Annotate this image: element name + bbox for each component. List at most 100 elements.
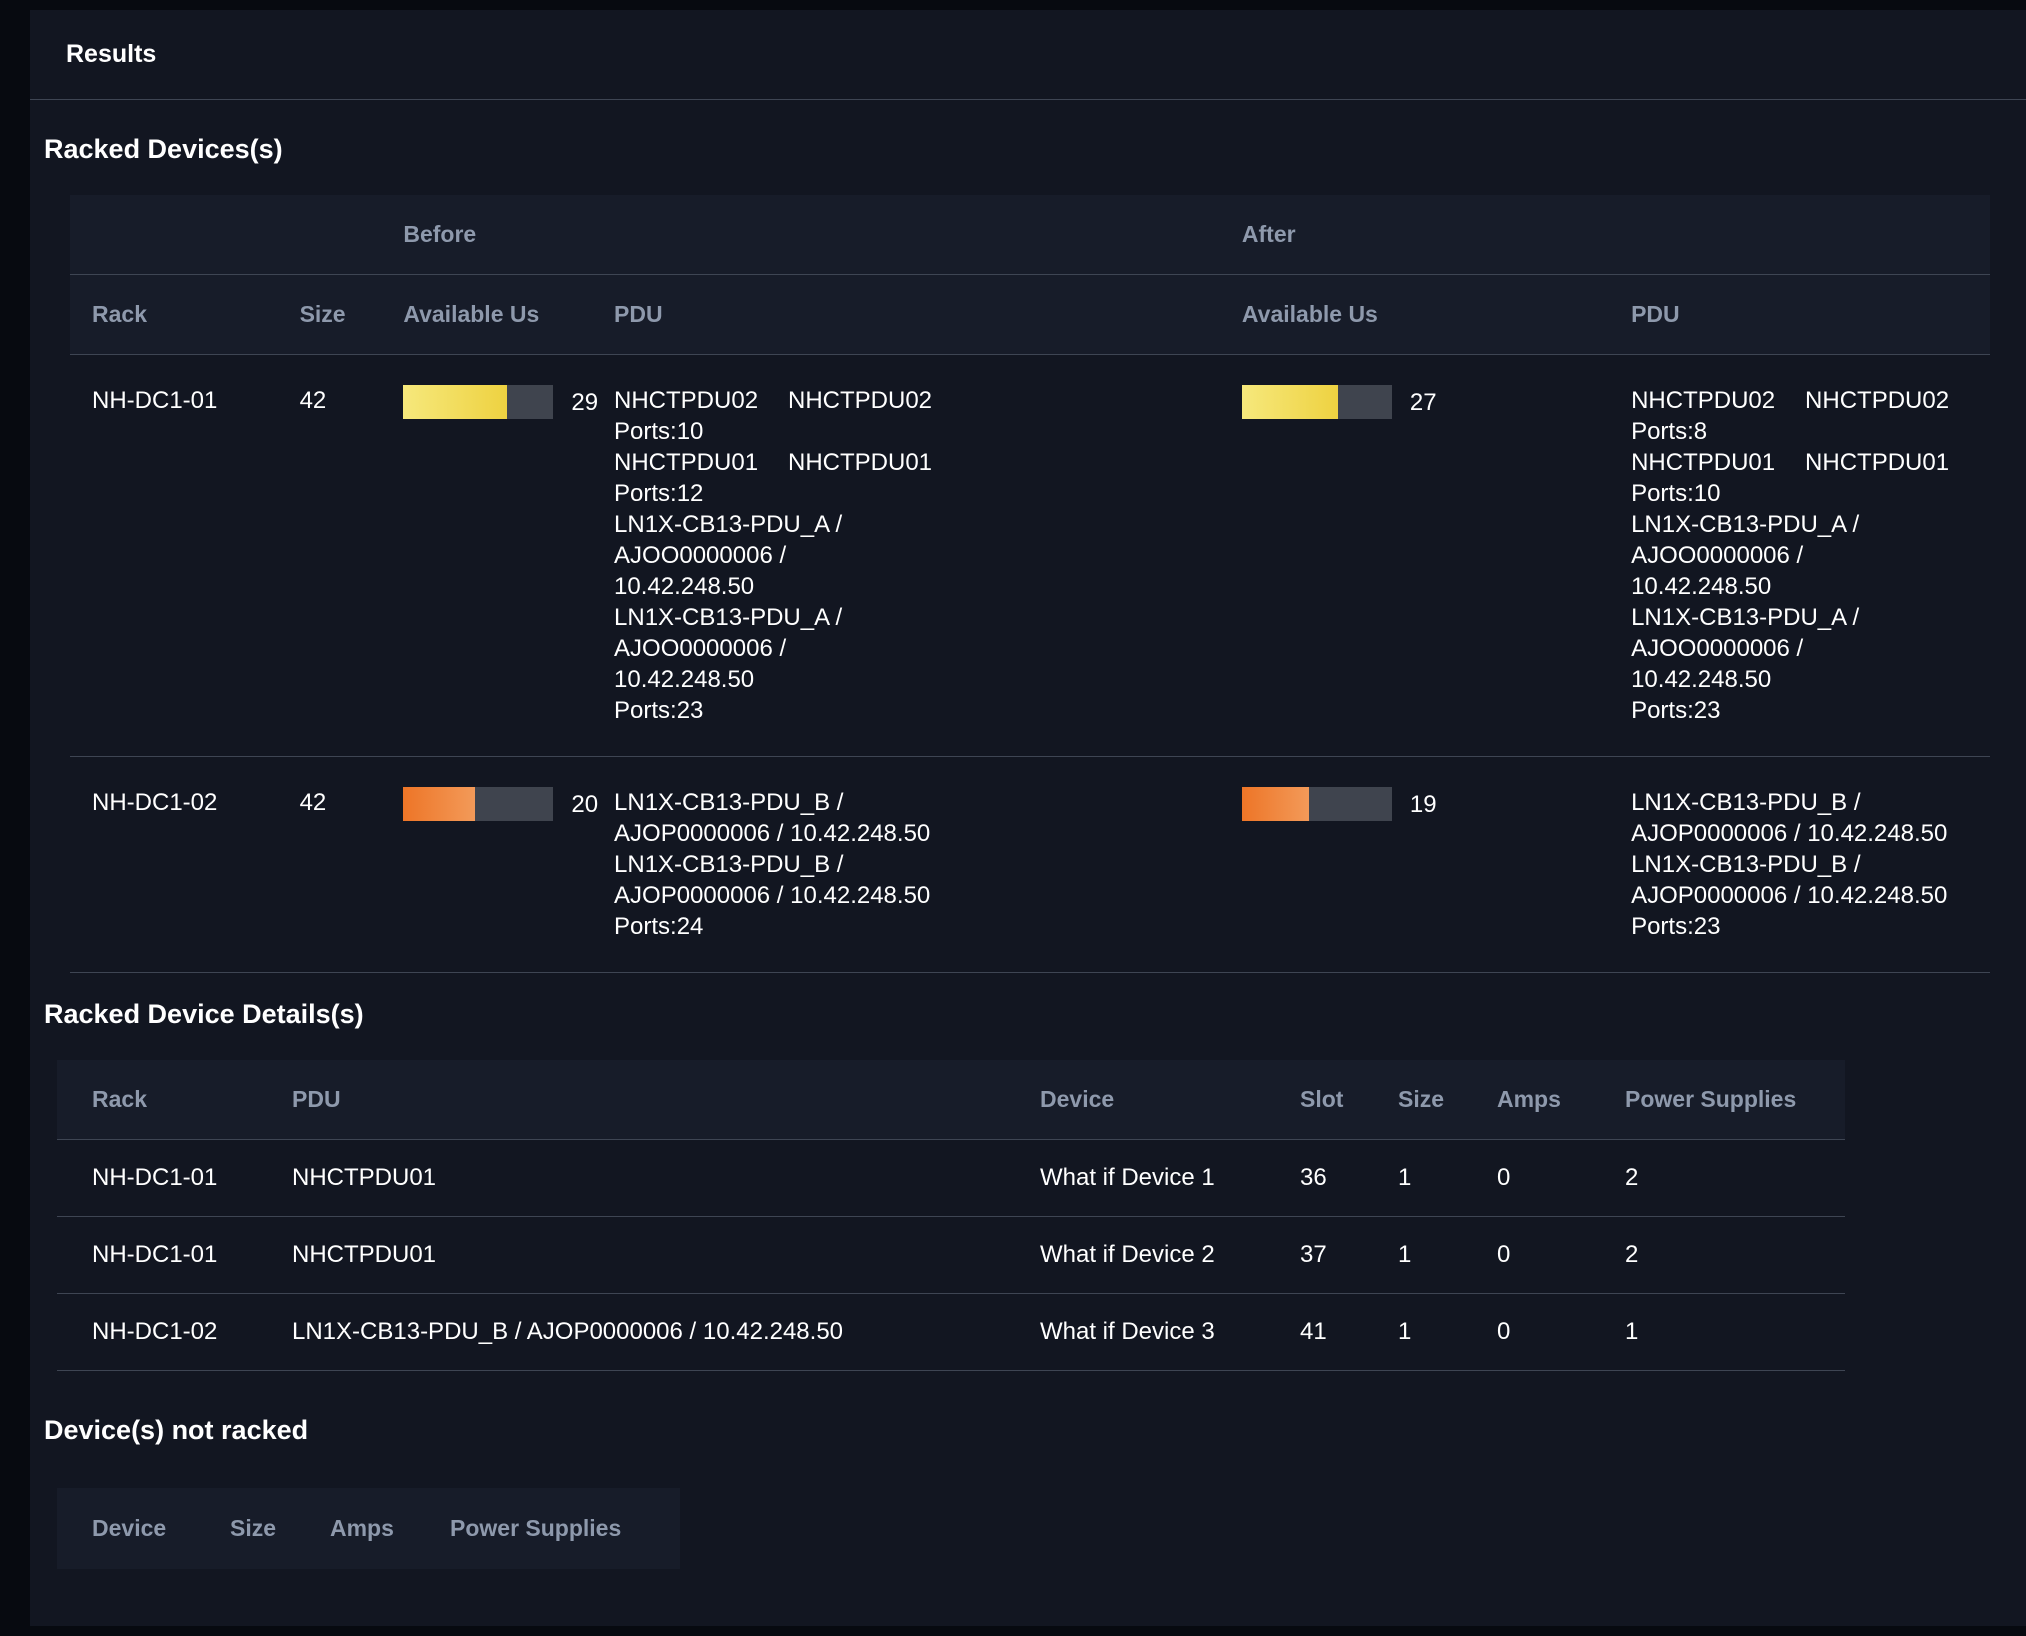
pdu-entry: LN1X-CB13-PDU_A / AJOO0000006 / 10.42.24… — [1631, 509, 1949, 602]
group-header-spacer — [278, 195, 382, 275]
pdu-entry: LN1X-CB13-PDU_A / AJOO0000006 / 10.42.24… — [1631, 602, 1949, 726]
pdu-name: NHCTPDU01 — [614, 447, 758, 478]
available-bar-fill — [403, 385, 507, 419]
available-value: 29 — [571, 387, 598, 418]
rack-cell: NH-DC1-02 — [70, 757, 278, 973]
pdu-name: LN1X-CB13-PDU_A / AJOO0000006 / 10.42.24… — [614, 509, 932, 602]
pdu-ports: Ports:8 — [1631, 416, 1949, 447]
available-bar-fill — [1242, 385, 1338, 419]
pdu-entry: NHCTPDU01 NHCTPDU01 Ports:12 — [614, 447, 932, 509]
rack-cell: NH-DC1-01 — [70, 355, 278, 757]
col-header-amps: Amps — [1462, 1060, 1590, 1140]
group-header-row: Before After — [70, 195, 1990, 275]
col-header-pdu-before: PDU — [592, 275, 1220, 355]
col-header-available-after: Available Us — [1220, 275, 1609, 355]
col-header-rack: Rack — [70, 275, 278, 355]
pdu-name: NHCTPDU01 — [1631, 447, 1775, 478]
device-cell: What if Device 2 — [1005, 1217, 1265, 1294]
table-row: NH-DC1-01 NHCTPDU01 What if Device 1 36 … — [57, 1140, 1845, 1217]
pdu-name: NHCTPDU02 — [1631, 385, 1775, 416]
pdu-name: LN1X-CB13-PDU_B / AJOP0000006 / 10.42.24… — [1631, 787, 1949, 849]
pdu-entry: LN1X-CB13-PDU_B / AJOP0000006 / 10.42.24… — [1631, 787, 1949, 849]
racked-devices-table: Before After Rack Size Available Us PDU … — [70, 195, 1990, 973]
pdu-ports: Ports:23 — [1631, 911, 1949, 942]
pdu-ports: Ports:10 — [1631, 478, 1949, 509]
col-header-pdu-after: PDU — [1609, 275, 1990, 355]
pdu-name-2: NHCTPDU01 — [788, 447, 932, 478]
slot-cell: 37 — [1265, 1217, 1363, 1294]
available-value: 20 — [571, 789, 598, 820]
pdu-name-2: NHCTPDU02 — [1805, 385, 1949, 416]
col-header-size: Size — [195, 1488, 295, 1569]
col-header-power-supplies: Power Supplies — [415, 1488, 680, 1569]
power-supplies-cell: 2 — [1590, 1140, 1845, 1217]
pdu-entry: LN1X-CB13-PDU_B / AJOP0000006 / 10.42.24… — [614, 787, 932, 849]
pdu-name: LN1X-CB13-PDU_B / AJOP0000006 / 10.42.24… — [1631, 849, 1949, 911]
table-row: NH-DC1-02 42 20 LN1X-CB13-PDU_B / A — [70, 757, 1990, 973]
available-bar-fill — [1242, 787, 1310, 821]
slot-cell: 36 — [1265, 1140, 1363, 1217]
col-header-amps: Amps — [295, 1488, 415, 1569]
available-bar-track — [1242, 787, 1392, 821]
pdu-name: LN1X-CB13-PDU_A / AJOO0000006 / 10.42.24… — [1631, 602, 1949, 695]
pdu-ports: Ports:10 — [614, 416, 932, 447]
available-value: 19 — [1410, 789, 1437, 820]
size-cell: 1 — [1363, 1140, 1462, 1217]
available-bar-track — [403, 787, 553, 821]
pdu-before-cell: LN1X-CB13-PDU_B / AJOP0000006 / 10.42.24… — [592, 757, 1220, 973]
pdu-name: LN1X-CB13-PDU_A / AJOO0000006 / 10.42.24… — [614, 602, 932, 695]
col-header-rack: Rack — [57, 1060, 257, 1140]
section-heading-racked-details: Racked Device Details(s) — [44, 973, 2026, 1030]
rack-cell: NH-DC1-02 — [57, 1294, 257, 1371]
table-row: NH-DC1-02 LN1X-CB13-PDU_B / AJOP0000006 … — [57, 1294, 1845, 1371]
col-header-device: Device — [57, 1488, 195, 1569]
size-cell: 42 — [278, 355, 382, 757]
pdu-name: LN1X-CB13-PDU_A / AJOO0000006 / 10.42.24… — [1631, 509, 1949, 602]
power-supplies-cell: 2 — [1590, 1217, 1845, 1294]
power-supplies-cell: 1 — [1590, 1294, 1845, 1371]
pdu-cell: LN1X-CB13-PDU_B / AJOP0000006 / 10.42.24… — [257, 1294, 1005, 1371]
results-title: Results — [30, 10, 2026, 100]
size-cell: 1 — [1363, 1217, 1462, 1294]
available-bar-track — [1242, 385, 1392, 419]
racked-details-table: Rack PDU Device Slot Size Amps Power Sup… — [57, 1060, 1845, 1371]
pdu-after-cell: NHCTPDU02 NHCTPDU02 Ports:8 NHCTPDU01 NH… — [1609, 355, 1990, 757]
pdu-after-cell: LN1X-CB13-PDU_B / AJOP0000006 / 10.42.24… — [1609, 757, 1990, 973]
table-row: NH-DC1-01 42 29 NHCTPDU02 — [70, 355, 1990, 757]
group-header-after: After — [1220, 195, 1990, 275]
amps-cell: 0 — [1462, 1217, 1590, 1294]
col-header-pdu: PDU — [257, 1060, 1005, 1140]
rack-cell: NH-DC1-01 — [57, 1217, 257, 1294]
available-before-cell: 20 — [381, 757, 592, 973]
pdu-name: NHCTPDU02 — [614, 385, 758, 416]
pdu-cell: NHCTPDU01 — [257, 1140, 1005, 1217]
amps-cell: 0 — [1462, 1140, 1590, 1217]
pdu-before-cell: NHCTPDU02 NHCTPDU02 Ports:10 NHCTPDU01 N… — [592, 355, 1220, 757]
pdu-entry: NHCTPDU02 NHCTPDU02 Ports:8 — [1631, 385, 1949, 447]
available-bar-fill — [403, 787, 475, 821]
slot-cell: 41 — [1265, 1294, 1363, 1371]
pdu-ports: Ports:12 — [614, 478, 932, 509]
results-page: Results Racked Devices(s) Before After R… — [30, 10, 2026, 1626]
pdu-ports: Ports:23 — [614, 695, 932, 726]
available-after-cell: 27 — [1220, 355, 1609, 757]
column-header-row: Rack PDU Device Slot Size Amps Power Sup… — [57, 1060, 1845, 1140]
pdu-entry: NHCTPDU01 NHCTPDU01 Ports:10 — [1631, 447, 1949, 509]
pdu-name: LN1X-CB13-PDU_B / AJOP0000006 / 10.42.24… — [614, 787, 932, 849]
col-header-slot: Slot — [1265, 1060, 1363, 1140]
rack-cell: NH-DC1-01 — [57, 1140, 257, 1217]
col-header-device: Device — [1005, 1060, 1265, 1140]
pdu-name-2: NHCTPDU01 — [1805, 447, 1949, 478]
available-after-cell: 19 — [1220, 757, 1609, 973]
device-cell: What if Device 3 — [1005, 1294, 1265, 1371]
available-value: 27 — [1410, 387, 1437, 418]
column-header-row: Device Size Amps Power Supplies — [57, 1488, 680, 1569]
group-header-before: Before — [381, 195, 1220, 275]
table-row: NH-DC1-01 NHCTPDU01 What if Device 2 37 … — [57, 1217, 1845, 1294]
pdu-entry: LN1X-CB13-PDU_B / AJOP0000006 / 10.42.24… — [1631, 849, 1949, 942]
pdu-ports: Ports:24 — [614, 911, 932, 942]
amps-cell: 0 — [1462, 1294, 1590, 1371]
pdu-name: LN1X-CB13-PDU_B / AJOP0000006 / 10.42.24… — [614, 849, 932, 911]
available-bar-track — [403, 385, 553, 419]
pdu-ports: Ports:23 — [1631, 695, 1949, 726]
